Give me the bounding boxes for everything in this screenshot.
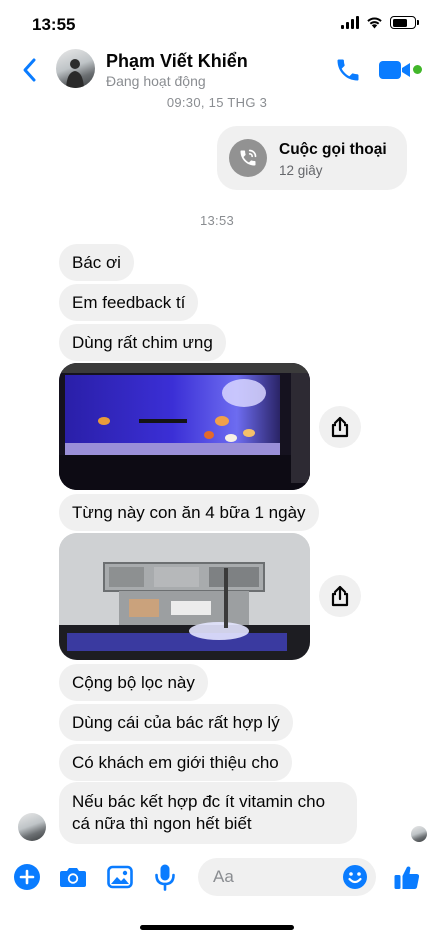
battery-icon: [390, 16, 419, 29]
message-bubble[interactable]: Dùng rất chim ưng: [59, 324, 226, 361]
contact-status: Đang hoạt động: [106, 73, 206, 89]
phone-call-icon: [229, 139, 267, 177]
call-duration: 12 giây: [279, 163, 323, 178]
chat-header: Phạm Viết Khiển Đang hoạt động: [0, 44, 434, 96]
video-camera-icon[interactable]: [378, 58, 412, 82]
message-bubble[interactable]: Dùng cái của bác rất hợp lý: [59, 704, 293, 741]
share-icon: [331, 585, 349, 607]
camera-icon[interactable]: [58, 862, 88, 892]
home-indicator[interactable]: [140, 925, 294, 930]
seen-indicator-avatar: [411, 826, 427, 842]
share-button[interactable]: [319, 406, 361, 448]
contact-avatar[interactable]: [56, 49, 95, 88]
sender-avatar[interactable]: [18, 813, 46, 841]
status-time: 13:55: [32, 15, 76, 34]
emoji-icon[interactable]: [342, 864, 368, 890]
thread-timestamp: 13:53: [199, 213, 235, 228]
call-title: Cuộc gọi thoại: [279, 141, 387, 158]
share-icon: [331, 416, 349, 438]
photo-aquarium[interactable]: [59, 363, 310, 490]
microphone-icon[interactable]: [150, 862, 180, 892]
message-bubble[interactable]: Nếu bác kết hợp đc ít vitamin cho cá nữa…: [59, 782, 357, 844]
message-bubble[interactable]: Có khách em giới thiệu cho: [59, 744, 292, 781]
back-chevron-icon[interactable]: [18, 56, 42, 84]
share-button[interactable]: [319, 575, 361, 617]
contact-name[interactable]: Phạm Viết Khiển: [106, 51, 248, 72]
message-composer: [0, 852, 434, 902]
voice-call-bubble[interactable]: Cuộc gọi thoại 12 giây: [217, 126, 407, 190]
wifi-icon: [367, 17, 382, 29]
thumbs-up-icon[interactable]: [392, 862, 422, 892]
thread-timestamp: 09:30, 15 THG 3: [166, 95, 268, 110]
cellular-signal-icon: [341, 16, 359, 29]
image-icon[interactable]: [105, 862, 135, 892]
message-bubble[interactable]: Từng này con ăn 4 bữa 1 ngày: [59, 494, 319, 531]
status-bar: 13:55: [0, 0, 434, 46]
online-status-dot: [413, 65, 422, 74]
message-bubble[interactable]: Em feedback tí: [59, 284, 199, 321]
phone-icon[interactable]: [334, 56, 362, 84]
status-icons: [341, 16, 419, 29]
photo-filter-setup[interactable]: [59, 533, 310, 660]
message-bubble[interactable]: Bác ơi: [59, 244, 134, 281]
plus-icon[interactable]: [12, 862, 42, 892]
message-bubble[interactable]: Cộng bộ lọc này: [59, 664, 208, 701]
